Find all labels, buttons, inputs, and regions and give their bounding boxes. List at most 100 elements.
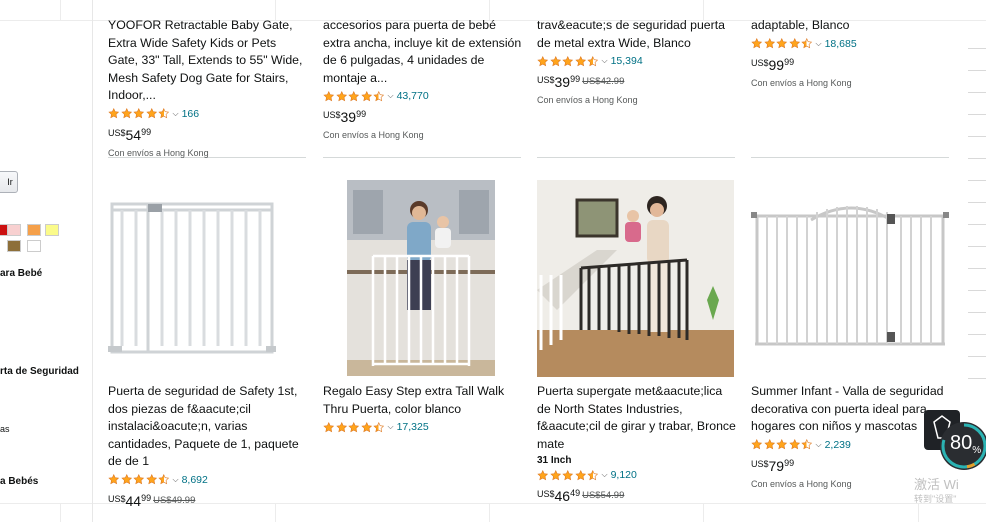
product-card: Puerta de seguridad de Safety 1st, dos p… xyxy=(108,383,308,509)
product-card: adaptable, Blanco ⌵ 18,685 US$9999 Con e… xyxy=(751,17,951,88)
star-rating-icon[interactable] xyxy=(108,474,171,485)
star-rating-icon[interactable] xyxy=(537,55,600,67)
rating-count-link[interactable]: 43,770 xyxy=(397,90,429,102)
star-rating-icon[interactable] xyxy=(323,421,386,433)
product-title-link[interactable]: trav&eacute;s de seguridad puerta de met… xyxy=(537,17,737,52)
star-rating-icon[interactable] xyxy=(323,90,386,102)
rating-row: ⌵ 43,770 xyxy=(323,88,523,104)
star-icon xyxy=(348,90,360,102)
rating-row: ⌵ 18,685 xyxy=(751,36,951,52)
star-icon xyxy=(788,38,801,49)
rating-row: ⌵ 2,239 xyxy=(751,437,951,453)
star-icon xyxy=(120,108,133,119)
category-link-bebes[interactable]: a Bebés xyxy=(0,476,38,487)
star-icon xyxy=(587,55,599,67)
product-card: Summer Infant - Valla de seguridad decor… xyxy=(751,383,951,489)
star-icon xyxy=(108,108,120,119)
star-icon xyxy=(373,90,385,102)
color-swatch-orange[interactable] xyxy=(27,224,41,236)
product-title-link[interactable]: Regalo Easy Step extra Tall Walk Thru Pu… xyxy=(323,383,523,418)
star-icon xyxy=(158,108,170,119)
star-icon xyxy=(120,474,133,485)
star-icon xyxy=(574,469,587,481)
category-link-misc[interactable]: as xyxy=(0,424,10,434)
rating-row: ⌵ 8,692 xyxy=(108,472,308,488)
product-title-link[interactable]: YOOFOR Retractable Baby Gate, Extra Wide… xyxy=(108,17,308,105)
star-icon xyxy=(323,90,335,102)
activation-watermark: 激活 Wi xyxy=(914,477,959,492)
chevron-down-icon[interactable]: ⌵ xyxy=(602,470,608,480)
star-icon xyxy=(145,108,158,119)
category-link-puerta-seguridad[interactable]: rta de Seguridad xyxy=(0,366,79,377)
rating-count-link[interactable]: 17,325 xyxy=(397,421,429,433)
product-image-safety1st-gate[interactable] xyxy=(108,196,278,358)
row-divider xyxy=(537,157,735,158)
row-divider xyxy=(751,157,949,158)
product-image-regalo-gate[interactable] xyxy=(347,180,495,376)
rating-count-link[interactable]: 18,685 xyxy=(825,38,857,50)
product-card: YOOFOR Retractable Baby Gate, Extra Wide… xyxy=(108,17,308,158)
star-icon xyxy=(549,55,562,67)
category-link-bebe[interactable]: ara Bebé xyxy=(0,268,42,279)
list-price: US$54.99 xyxy=(582,490,625,501)
gauge-percent: 80% xyxy=(950,432,982,456)
product-title-link[interactable]: adaptable, Blanco xyxy=(751,17,951,35)
star-icon xyxy=(788,439,801,450)
product-card: trav&eacute;s de seguridad puerta de met… xyxy=(537,17,737,105)
rating-count-link[interactable]: 9,120 xyxy=(611,469,637,481)
rating-row: ⌵ 9,120 xyxy=(537,467,737,483)
star-icon xyxy=(587,469,599,481)
list-price: US$42.99 xyxy=(582,76,625,87)
product-image-supergate[interactable] xyxy=(537,180,734,377)
shipping-info: Con envíos a Hong Kong xyxy=(108,147,209,158)
chevron-down-icon[interactable]: ⌵ xyxy=(816,39,822,49)
star-icon xyxy=(133,108,145,119)
chevron-down-icon[interactable]: ⌵ xyxy=(816,440,822,450)
star-icon xyxy=(133,474,145,485)
star-icon xyxy=(776,439,788,450)
performance-widget[interactable]: 80% 激活 Wi 转到"设置" xyxy=(914,408,986,504)
rating-count-link[interactable]: 15,394 xyxy=(611,55,643,67)
color-swatch-white[interactable] xyxy=(27,240,41,252)
rating-count-link[interactable]: 8,692 xyxy=(182,474,208,486)
shipping-info: Con envíos a Hong Kong xyxy=(751,77,852,88)
product-size-label: 31 Inch xyxy=(537,455,572,466)
filter-sidebar: Ir ara Bebé rta de Seguridad as a Bebés xyxy=(0,0,93,522)
color-swatch-yellow[interactable] xyxy=(45,224,59,236)
product-title-link[interactable]: Summer Infant - Valla de seguridad decor… xyxy=(751,383,951,436)
chevron-down-icon[interactable]: ⌵ xyxy=(388,91,394,101)
star-icon xyxy=(562,469,574,481)
rating-row: ⌵ 166 xyxy=(108,106,308,122)
chevron-down-icon[interactable]: ⌵ xyxy=(602,56,608,66)
product-price[interactable]: US$5499 xyxy=(108,127,308,143)
color-swatch-pink[interactable] xyxy=(7,224,21,236)
star-icon xyxy=(537,469,549,481)
product-image-summer-infant-gate[interactable] xyxy=(751,204,949,350)
star-icon xyxy=(562,55,574,67)
product-price[interactable]: US$4649 US$54.99 xyxy=(537,488,737,504)
star-icon xyxy=(360,90,373,102)
color-swatch-brown[interactable] xyxy=(7,240,21,252)
product-price[interactable]: US$4499 US$49.99 xyxy=(108,493,308,509)
product-price[interactable]: US$7999 xyxy=(751,458,951,474)
product-title-link[interactable]: accesorios para puerta de bebé extra anc… xyxy=(323,17,523,87)
star-icon xyxy=(335,90,348,102)
star-icon xyxy=(145,474,158,485)
price-go-button[interactable]: Ir xyxy=(0,171,18,193)
star-rating-icon[interactable] xyxy=(751,439,814,450)
star-rating-icon[interactable] xyxy=(537,469,600,481)
product-price[interactable]: US$9999 xyxy=(751,57,951,73)
chevron-down-icon[interactable]: ⌵ xyxy=(388,422,394,432)
chevron-down-icon[interactable]: ⌵ xyxy=(173,475,179,485)
product-price[interactable]: US$3999 US$42.99 xyxy=(537,74,737,90)
product-price[interactable]: US$3999 xyxy=(323,109,523,125)
star-rating-icon[interactable] xyxy=(108,108,171,119)
rating-count-link[interactable]: 2,239 xyxy=(825,439,851,451)
product-title-link[interactable]: Puerta supergate met&aacute;lica de Nort… xyxy=(537,383,737,453)
star-icon xyxy=(751,38,763,49)
product-title-link[interactable]: Puerta de seguridad de Safety 1st, dos p… xyxy=(108,383,308,471)
chevron-down-icon[interactable]: ⌵ xyxy=(173,109,179,119)
rating-count-link[interactable]: 166 xyxy=(182,108,200,120)
star-icon xyxy=(801,439,813,450)
star-rating-icon[interactable] xyxy=(751,38,814,49)
